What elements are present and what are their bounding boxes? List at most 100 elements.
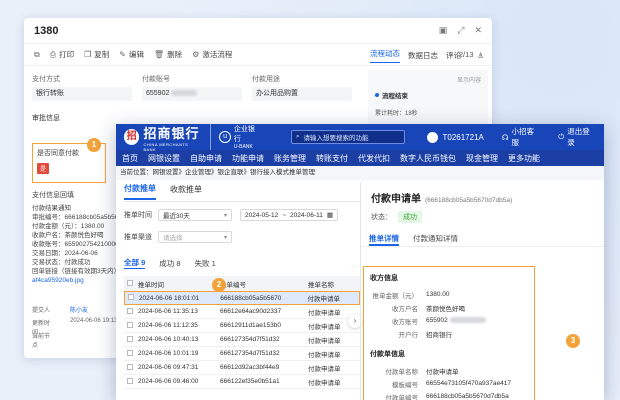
nav-self-apply[interactable]: 自助申请 — [190, 153, 222, 164]
main-nav: 首页 网银设置 自助申请 功能申请 账务管理 转账支付 代发代扣 数字人民币钱包… — [116, 150, 604, 166]
masked-value — [171, 90, 198, 97]
activate-flow-button[interactable]: ⚙ 激活流程 — [192, 49, 232, 60]
window-controls: ▣ ⤢ ✕ — [439, 25, 482, 36]
side-tabs: 流程动态 数据日志 评论 ♙ — [366, 44, 492, 66]
nav-transfer[interactable]: 转账支付 — [316, 153, 348, 164]
tab-data-log[interactable]: 数据日志 — [408, 50, 438, 61]
channel-select[interactable]: 请选择 ▾ — [158, 231, 232, 243]
search-icon: ⌕ — [295, 133, 300, 140]
headset-icon: ☊ — [501, 132, 509, 142]
tab-failed[interactable]: 失败 1 — [195, 258, 216, 269]
avatar — [427, 131, 439, 143]
chevron-right-icon: › — [353, 316, 357, 325]
table-row[interactable]: 2024-06-06 11:12:35 66612911d1ae153b0 付款… — [124, 319, 360, 333]
edit-icon: ✎ — [119, 50, 126, 59]
edit-button[interactable]: ✎ 编辑 — [119, 49, 144, 60]
flow-icon: ⚙ — [192, 50, 200, 59]
table-row[interactable]: 2024-06-06 10:01:19 666127354d7f51d32 付款… — [124, 347, 360, 361]
bank-logo: 招 招商银行 CHINA MERCHANTS BANK — [124, 124, 200, 152]
tab-all[interactable]: 全部 9 — [124, 257, 146, 269]
nav-cash-mgmt[interactable]: 现金管理 — [466, 153, 498, 164]
table-row[interactable]: 2024-06-06 09:47:31 66612d92ac3bf44e9 付款… — [124, 361, 360, 375]
close-icon[interactable]: ✕ — [474, 25, 482, 36]
push-type-tabs: 付款推单 收款推单 — [124, 182, 362, 202]
copy-button[interactable]: ❐ 复制 — [84, 49, 109, 60]
push-detail-panel: 付款申请单 (666188cb05a5b5670d7db5a) 状态： 成功 推… — [360, 182, 604, 400]
logo-mark-icon: 招 — [124, 129, 140, 145]
tab-payment-push[interactable]: 付款推单 — [124, 183, 156, 200]
delete-button[interactable]: 🗑 删除 — [154, 49, 182, 60]
table-row[interactable]: 2024-06-06 18:01:01 666188cb05a5b5670 付款… — [124, 291, 360, 305]
masked-value — [449, 317, 486, 324]
logout-icon: ⏻ — [558, 132, 565, 141]
user-account[interactable]: T0261721A — [427, 131, 484, 143]
table-header: 推单时间 推单编号 推单名称 — [124, 276, 360, 291]
function-search-input[interactable]: ⌕ 请输入想要搜索的功能 — [290, 130, 406, 144]
push-table: 推单时间 推单编号 推单名称 2024-06-06 18:01:01 66618… — [124, 276, 360, 389]
detail-info-box: 收方信息 推单金额（元） 1380.00 收方户名 茶颜悦色好喝 收方账号 65590… — [363, 266, 535, 400]
table-row[interactable]: 2024-06-06 10:40:13 666127354d7f51d32 付款… — [124, 333, 360, 347]
status-tabs: 全部 9 成功 8 失败 1 — [124, 254, 362, 272]
agree-tag[interactable]: 是 — [37, 163, 50, 174]
calendar-icon: ▦ — [326, 212, 333, 219]
date-range-picker[interactable]: 2024-05-12 ~ 2024-06-11 ▦ — [240, 209, 338, 221]
nav-settings[interactable]: 网银设置 — [148, 153, 180, 164]
show-content-link[interactable]: 显示内容 — [375, 75, 481, 84]
save-button[interactable]: ⧉ — [34, 50, 40, 60]
section-approval-info: 审批信息 — [32, 115, 60, 122]
row-checkbox[interactable] — [128, 294, 134, 300]
window-titlebar: 1380 ▣ ⤢ ✕ — [24, 18, 492, 44]
row-checkbox[interactable] — [127, 307, 133, 314]
time-filter: 推单时间 最近30天 ▾ 2024-05-12 ~ 2024-06-11 ▦ — [124, 206, 362, 224]
table-row[interactable]: 2024-06-06 09:46:00 666122ef35e0b51a1 付款… — [124, 375, 360, 389]
table-row[interactable]: 2024-06-06 11:35:13 66612e64ac90d2337 付款… — [124, 305, 360, 319]
tab-push-detail[interactable]: 推单详情 — [369, 233, 399, 246]
channel-filter: 推单渠道 请选择 ▾ — [124, 228, 362, 246]
nav-home[interactable]: 首页 — [122, 153, 138, 164]
field-payment-account: 付款账号 655902 — [142, 74, 242, 101]
nav-ecny-wallet[interactable]: 数字人民币钱包 — [400, 153, 456, 164]
detail-id: (666188cb05a5b5670d7db5a) — [425, 197, 513, 204]
nav-payroll[interactable]: 代发代扣 — [358, 153, 390, 164]
callout-badge-1: 1 — [87, 138, 101, 152]
select-all-checkbox[interactable] — [127, 279, 133, 286]
callout-badge-3: 3 — [566, 334, 580, 348]
record-title: 1380 — [34, 24, 59, 37]
ubank-icon: u — [219, 131, 231, 143]
copy-icon: ❐ — [84, 50, 92, 59]
tab-payment-notice[interactable]: 付款通知详情 — [413, 233, 458, 246]
expand-icon[interactable]: ⤢ — [457, 25, 464, 36]
customer-service-button[interactable]: ☊ 小招客服 — [502, 126, 540, 148]
tab-success[interactable]: 成功 8 — [159, 258, 180, 269]
nav-accounts[interactable]: 账务管理 — [274, 153, 306, 164]
nav-function-apply[interactable]: 功能申请 — [232, 153, 264, 164]
row-checkbox[interactable] — [127, 321, 133, 328]
ubank-logo: u 企业银行 U-BANK — [210, 124, 261, 150]
save-icon: ⧉ — [34, 49, 40, 59]
logout-button[interactable]: ⏻ 退出登录 — [558, 126, 596, 148]
nav-more[interactable]: 更多功能 — [508, 153, 540, 164]
row-checkbox[interactable] — [127, 363, 133, 370]
layout-icon[interactable]: ▣ — [439, 25, 448, 36]
push-list-panel: 付款推单 收款推单 推单时间 最近30天 ▾ 2024-05-12 ~ 2024… — [124, 182, 362, 400]
print-button[interactable]: ⎙ 打印 — [50, 49, 74, 60]
breadcrumb: 当前位置：网银设置》企业管理》银企直联》银行接入模式推单管理 — [116, 166, 604, 180]
detail-tabs: 推单详情 付款通知详情 — [361, 229, 604, 247]
row-checkbox[interactable] — [127, 349, 133, 356]
user-icon[interactable]: ♙ — [477, 51, 484, 60]
time-range-select[interactable]: 最近30天 ▾ — [158, 209, 232, 221]
row-checkbox[interactable] — [127, 377, 133, 384]
status-dot-icon — [375, 93, 379, 97]
tab-receipt-push[interactable]: 收款推单 — [170, 184, 202, 199]
row-checkbox[interactable] — [127, 335, 133, 342]
bank-portal-window: 招 招商银行 CHINA MERCHANTS BANK u 企业银行 U-BAN… — [116, 124, 604, 400]
submitter-link[interactable]: 陈小友 — [70, 305, 88, 318]
tab-comments[interactable]: 评论 — [446, 50, 461, 61]
chevron-down-icon: ▾ — [223, 212, 227, 219]
field-payment-method: 支付方式 银行转账 — [32, 74, 132, 101]
bank-header: 招 招商银行 CHINA MERCHANTS BANK u 企业银行 U-BAN… — [116, 124, 604, 152]
detail-title: 付款申请单 — [371, 194, 421, 205]
tab-flow-activity[interactable]: 流程动态 — [370, 48, 400, 63]
callout-badge-2: 2 — [212, 278, 226, 292]
field-payment-purpose: 付款用途 办公用品购置 — [252, 74, 352, 101]
